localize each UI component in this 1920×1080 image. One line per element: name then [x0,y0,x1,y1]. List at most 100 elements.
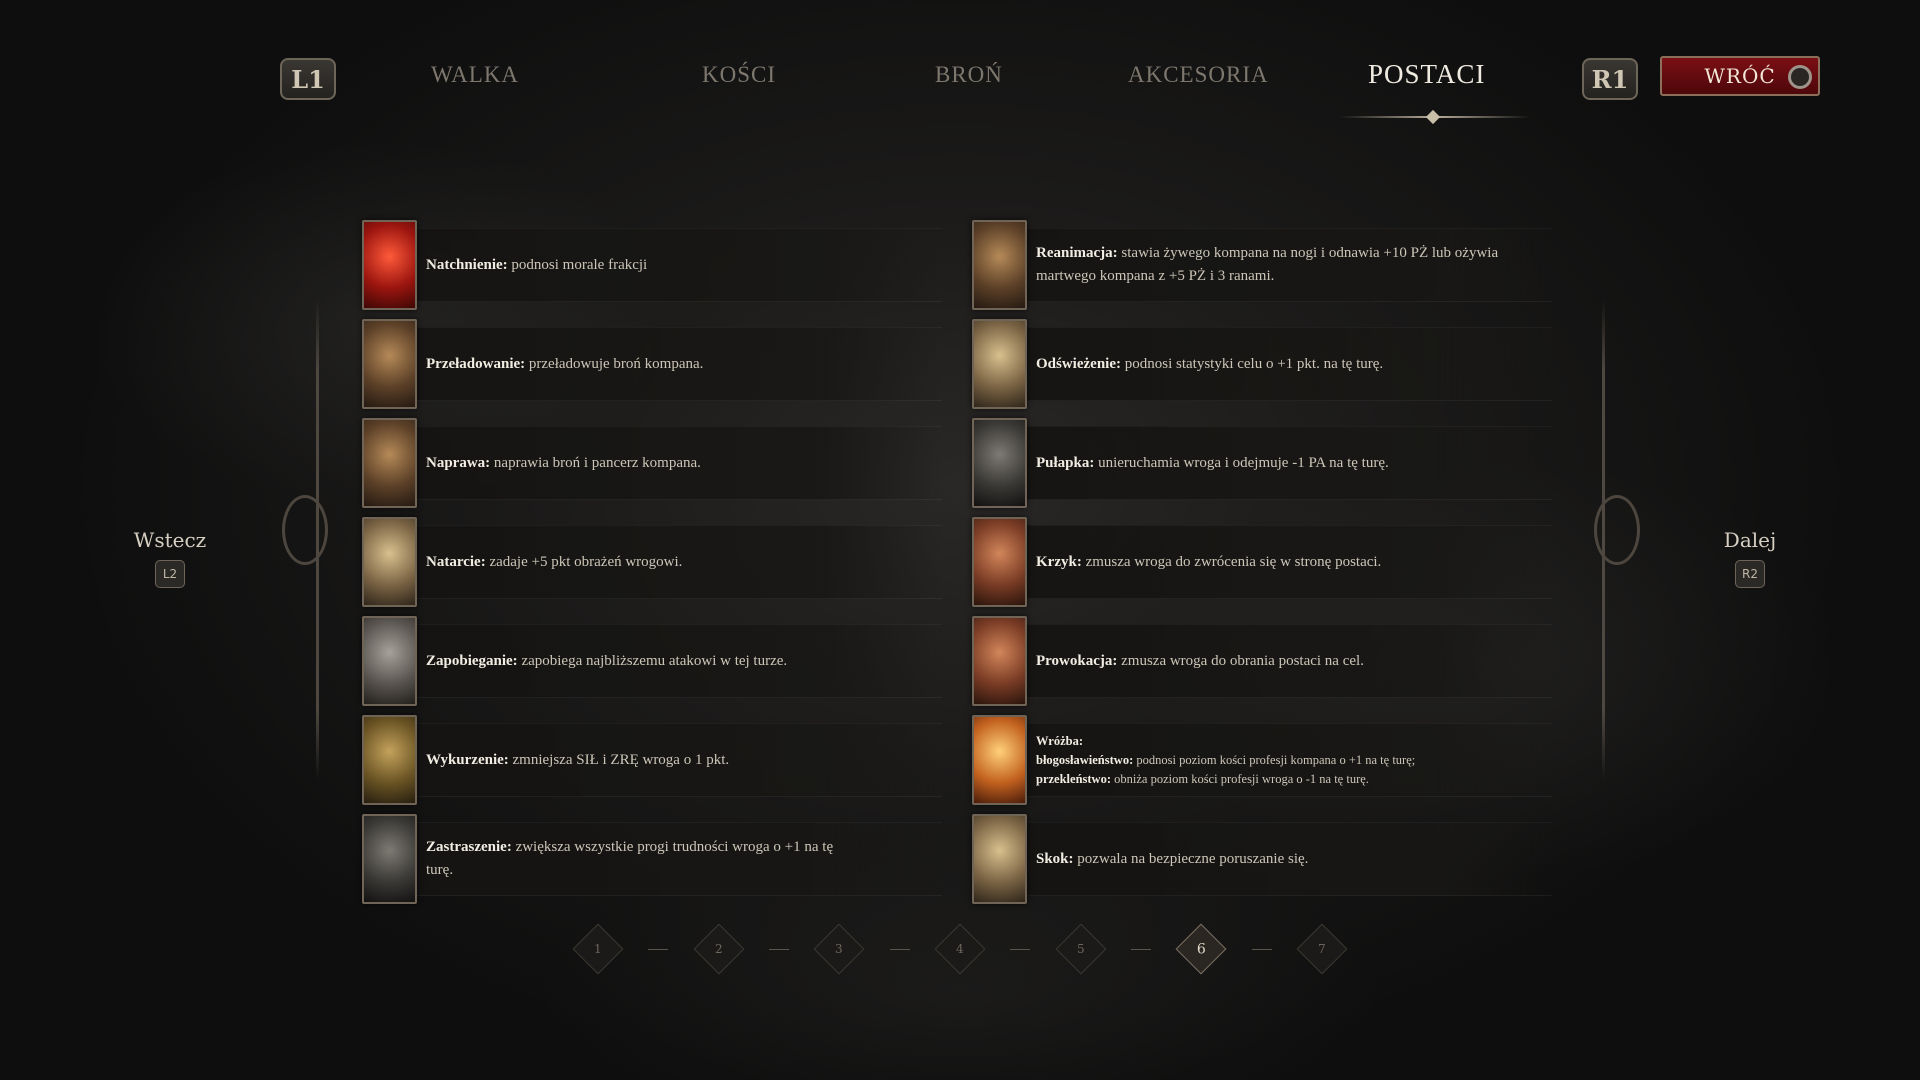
ability-portrait-icon [972,517,1027,607]
page-6-button[interactable]: 6 [1175,923,1227,975]
page-number: 5 [1076,941,1085,956]
ability-desc: naprawia broń i pancerz kompana. [490,454,701,471]
ability-portrait-icon [972,418,1027,508]
ability-wrozba[interactable]: Wróżba: błogosławieństwo: podnosi poziom… [972,715,1562,805]
ability-desc: podnosi morale frakcji [507,256,648,273]
ability-desc: podnosi statystyki celu o +1 pkt. na tę … [1120,355,1384,372]
page-7-button[interactable]: 7 [1296,923,1348,975]
page-separator [648,948,669,950]
ability-name: Pułapka: [1036,454,1095,471]
ability-portrait-icon [362,715,417,805]
page-number: 2 [714,941,723,956]
ability-desc: zapobiega najbliższemu atakowi w tej tur… [517,652,788,669]
ability-reanimacja[interactable]: Reanimacja: stawia żywego kompana na nog… [972,220,1562,310]
ability-desc: zadaje +5 pkt obrażeń wrogowi. [485,553,683,570]
ability-portrait-icon [362,418,417,508]
page-4-button[interactable]: 4 [934,923,986,975]
ability-name: Wykurzenie: [426,751,509,768]
ability-pulapka[interactable]: Pułapka: unieruchamia wroga i odejmuje -… [972,418,1562,508]
page-separator [1251,948,1272,950]
ability-text: Natchnienie: podnosi morale frakcji [426,220,926,310]
next-page-nav[interactable]: Dalej R2 [1690,528,1810,588]
ability-portrait-icon [972,319,1027,409]
ability-desc: zmniejsza SIŁ i ZRĘ wroga o 1 pkt. [508,751,730,768]
ability-name: Krzyk: [1036,553,1082,570]
tab-walka[interactable]: WALKA [431,62,519,88]
page-number: 7 [1318,941,1326,956]
page-2-button[interactable]: 2 [693,923,745,975]
page-separator [1010,948,1031,950]
l2-key-icon: L2 [155,560,185,588]
ability-text: Przeładowanie: przeładowuje broń kompana… [426,319,926,409]
page-5-button[interactable]: 5 [1055,923,1107,975]
ability-text: Reanimacja: stawia żywego kompana na nog… [1036,220,1536,310]
ability-text: Odświeżenie: podnosi statystyki celu o +… [1036,319,1536,409]
active-tab-indicator [1340,116,1530,118]
ability-text: Krzyk: zmusza wroga do zwrócenia się w s… [1036,517,1536,607]
ability-name: Odświeżenie: [1036,355,1121,372]
ability-portrait-icon [972,715,1027,805]
r1-shoulder-button[interactable]: R1 [1582,58,1638,100]
ability-portrait-icon [362,319,417,409]
ability-odswiezenie[interactable]: Odświeżenie: podnosi statystyki celu o +… [972,319,1562,409]
ability-natarcie[interactable]: Natarcie: zadaje +5 pkt obrażeń wrogowi. [362,517,972,607]
ability-name: Natchnienie: [426,256,508,273]
abilities-grid: Natchnienie: podnosi morale frakcji Rean… [362,220,1562,904]
next-page-label: Dalej [1723,528,1777,552]
page-separator [1130,948,1151,950]
ability-desc: pozwala na bezpieczne poruszanie się. [1073,850,1309,867]
ability-krzyk[interactable]: Krzyk: zmusza wroga do zwrócenia się w s… [972,517,1562,607]
ability-portrait-icon [362,814,417,904]
ability-portrait-icon [972,814,1027,904]
page-separator [768,948,789,950]
top-tab-bar: L1 WALKA KOŚCI BROŃ AKCESORIA POSTACI R1… [280,56,1820,126]
ability-text: Naprawa: naprawia broń i pancerz kompana… [426,418,926,508]
ability-text: Wróżba: błogosławieństwo: podnosi poziom… [1036,715,1536,805]
ability-skok[interactable]: Skok: pozwala na bezpieczne poruszanie s… [972,814,1562,904]
tab-akcesoria[interactable]: AKCESORIA [1128,62,1269,88]
ability-name: Reanimacja: [1036,245,1118,261]
ability-desc: zmusza wroga do zwrócenia się w stronę p… [1081,553,1382,570]
ability-portrait-icon [362,517,417,607]
back-button-label: WRÓĆ [1704,64,1776,88]
ability-zapobieganie[interactable]: Zapobieganie: zapobiega najbliższemu ata… [362,616,972,706]
ability-text: Natarcie: zadaje +5 pkt obrażeń wrogowi. [426,517,926,607]
prev-page-label: Wstecz [133,528,207,552]
ability-text: Wykurzenie: zmniejsza SIŁ i ZRĘ wroga o … [426,715,926,805]
ability-text: Zastraszenie: zwiększa wszystkie progi t… [426,814,856,904]
ability-prowokacja[interactable]: Prowokacja: zmusza wroga do obrania post… [972,616,1562,706]
page-number: 6 [1196,940,1206,957]
ability-name: Przeładowanie: [426,355,526,372]
ability-zastraszenie[interactable]: Zastraszenie: zwiększa wszystkie progi t… [362,814,972,904]
back-button[interactable]: WRÓĆ [1660,56,1820,96]
ability-przeladowanie[interactable]: Przeładowanie: przeładowuje broń kompana… [362,319,972,409]
ability-portrait-icon [362,220,417,310]
ability-portrait-icon [972,616,1027,706]
pagination: 1 2 3 4 5 6 7 [572,923,1348,975]
ability-name: Zastraszenie: [426,839,512,855]
ability-desc: unieruchamia wroga i odejmuje -1 PA na t… [1094,454,1389,471]
ability-text: Pułapka: unieruchamia wroga i odejmuje -… [1036,418,1536,508]
ability-natchnienie[interactable]: Natchnienie: podnosi morale frakcji [362,220,972,310]
page-separator [889,948,910,950]
tab-kosci[interactable]: KOŚCI [702,62,776,88]
page-number: 4 [956,941,964,956]
tab-postaci[interactable]: POSTACI [1368,59,1485,90]
right-scroll-ornament-icon [1594,495,1640,565]
omen-curse-desc: obniża poziom kości profesji wroga o -1 … [1111,771,1369,786]
page-3-button[interactable]: 3 [813,923,865,975]
ability-desc: zmusza wroga do obrania postaci na cel. [1117,652,1364,669]
ability-name: Zapobieganie: [426,652,518,669]
prev-page-nav[interactable]: Wstecz L2 [110,528,230,588]
ability-desc: przeładowuje broń kompana. [525,355,704,372]
page-number: 1 [594,941,602,956]
page-1-button[interactable]: 1 [572,923,624,975]
l1-shoulder-button[interactable]: L1 [280,58,336,100]
left-scroll-ornament-icon [282,495,328,565]
ability-name: Skok: [1036,850,1074,867]
ability-naprawa[interactable]: Naprawa: naprawia broń i pancerz kompana… [362,418,972,508]
tab-bron[interactable]: BROŃ [935,62,1003,88]
omen-blessing-desc: podnosi poziom kości profesji kompana o … [1133,752,1416,767]
page-number: 3 [835,941,844,956]
ability-wykurzenie[interactable]: Wykurzenie: zmniejsza SIŁ i ZRĘ wroga o … [362,715,972,805]
